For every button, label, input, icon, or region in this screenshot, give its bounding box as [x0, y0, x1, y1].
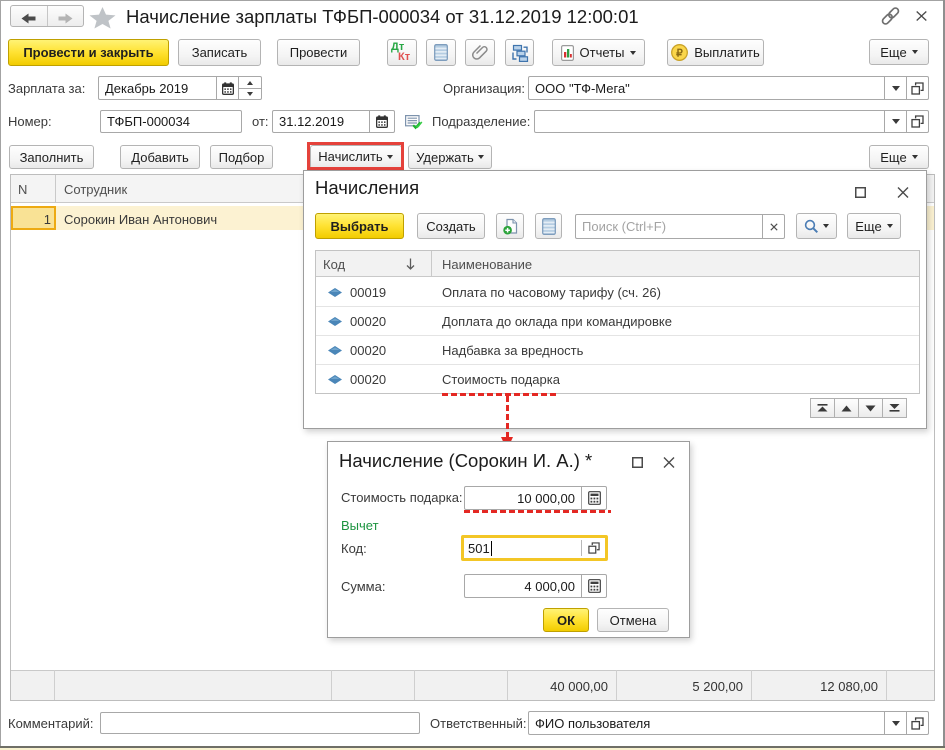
svg-text:₽: ₽	[676, 47, 683, 59]
